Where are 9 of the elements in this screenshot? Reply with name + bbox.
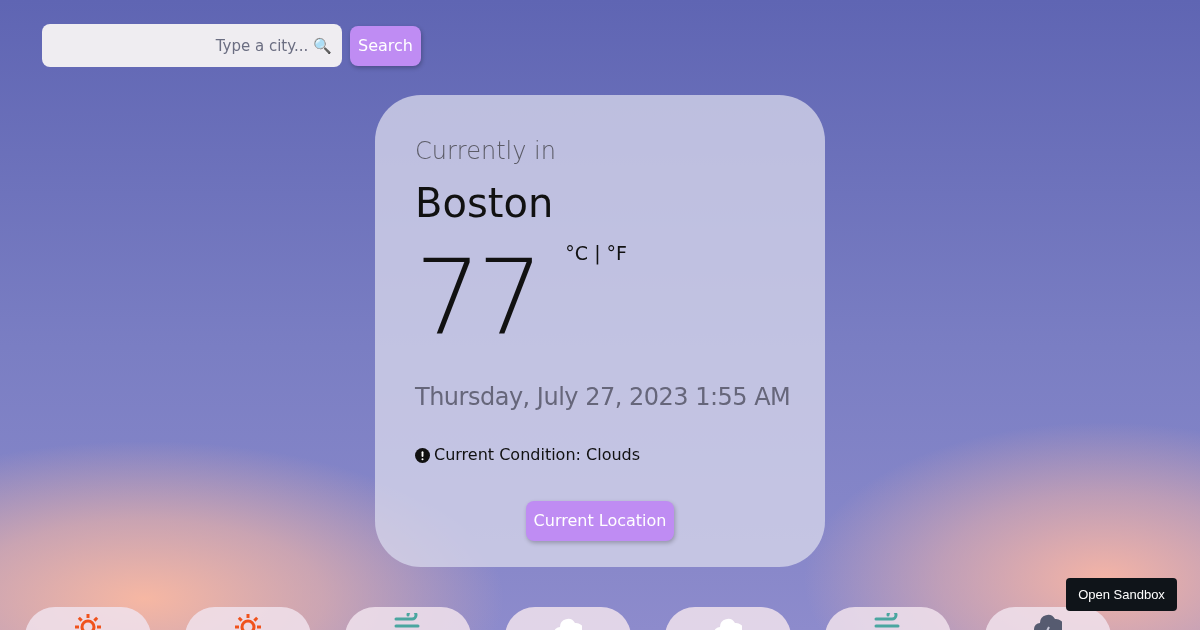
unit-toggle[interactable]: °C | °F [565,239,628,268]
city-search-field[interactable]: Type a city... 🔍 [42,24,342,67]
condition-text: Current Condition: Clouds [434,444,641,466]
open-sandbox-button[interactable]: Open Sandbox [1066,578,1177,611]
currently-in-label: Currently in [415,136,556,167]
temperature-value: 77 [415,245,540,349]
date-time-text: Thursday, July 27, 2023 1:55 AM [415,382,791,413]
alert-icon [415,447,430,463]
city-name: Boston [415,179,554,228]
